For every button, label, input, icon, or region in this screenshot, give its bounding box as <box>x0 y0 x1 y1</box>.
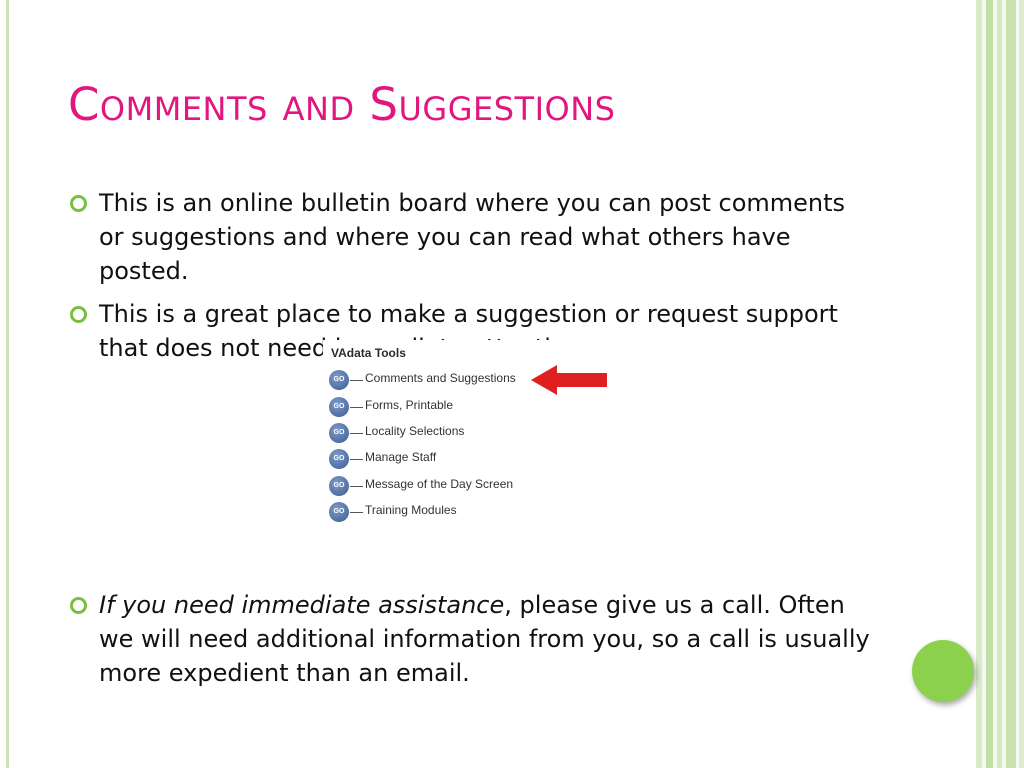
go-button[interactable]: GO <box>329 397 349 417</box>
decor-stripe <box>986 0 993 768</box>
bullet-item: If you need immediate assistance, please… <box>70 588 870 690</box>
go-button[interactable]: GO <box>329 370 349 390</box>
tool-item-label[interactable]: Training Modules <box>365 503 457 517</box>
bullet-item: This is an online bulletin board where y… <box>70 186 870 288</box>
tool-item-label[interactable]: Message of the Day Screen <box>365 477 513 491</box>
connector-line <box>350 486 363 487</box>
decor-stripe <box>976 0 982 768</box>
decor-stripe <box>997 0 1002 768</box>
bullet-text: If you need immediate assistance, please… <box>99 588 870 690</box>
connector-line <box>350 407 363 408</box>
bullet-text: This is an online bulletin board where y… <box>99 189 846 285</box>
decor-stripe <box>1006 0 1016 768</box>
decor-green-circle <box>912 640 974 702</box>
go-button[interactable]: GO <box>329 423 349 443</box>
go-button[interactable]: GO <box>329 476 349 496</box>
red-arrow-icon <box>531 365 607 395</box>
connector-line <box>350 459 363 460</box>
tool-item-label[interactable]: Locality Selections <box>365 424 464 438</box>
bullet-marker-icon <box>70 195 87 212</box>
vadata-tools-screenshot: VAdata Tools GO Comments and Suggestions… <box>323 340 615 530</box>
bullet-emphasis: If you need immediate assistance <box>99 591 505 619</box>
tool-item-label[interactable]: Manage Staff <box>365 450 436 464</box>
go-button[interactable]: GO <box>329 449 349 469</box>
decor-stripe <box>1019 0 1024 768</box>
connector-line <box>350 380 363 381</box>
tool-item-label[interactable]: Forms, Printable <box>365 398 453 412</box>
connector-line <box>350 512 363 513</box>
tools-panel-title: VAdata Tools <box>331 346 406 360</box>
go-button[interactable]: GO <box>329 502 349 522</box>
bullet-marker-icon <box>70 597 87 614</box>
connector-line <box>350 433 363 434</box>
tool-item-label[interactable]: Comments and Suggestions <box>365 371 516 385</box>
left-border-line <box>6 0 9 768</box>
bullet-marker-icon <box>70 306 87 323</box>
slide-title: Comments and Suggestions <box>68 78 616 131</box>
